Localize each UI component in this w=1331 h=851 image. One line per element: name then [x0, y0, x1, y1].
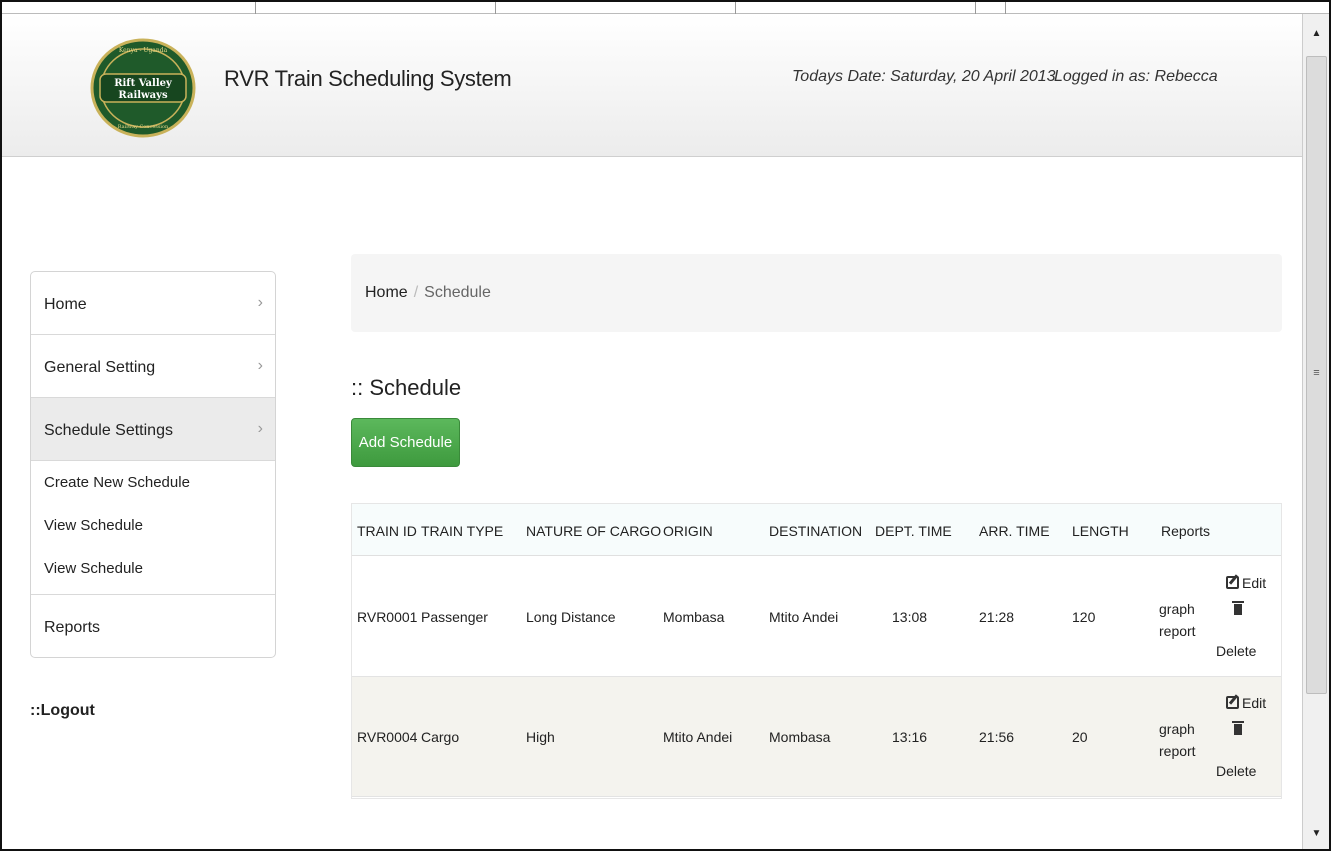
- window-frame: [0, 0, 1331, 851]
